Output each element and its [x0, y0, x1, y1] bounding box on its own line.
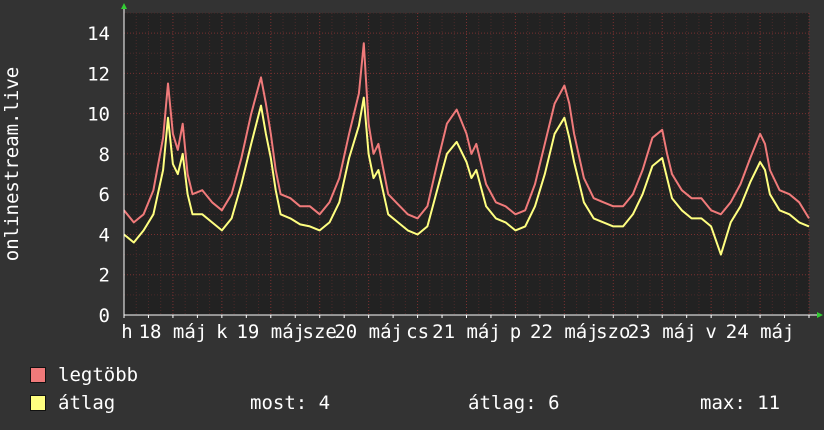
stat-now: most: 4: [250, 392, 331, 414]
x-tick-label: 20 máj: [334, 321, 403, 343]
x-tick-label: szo: [596, 321, 630, 343]
legend-item-avg: átlag: [30, 392, 115, 414]
x-tick-label: 18 máj: [139, 321, 208, 343]
x-tick-label: h: [121, 321, 132, 343]
y-axis-arrow: [121, 3, 127, 9]
y-tick-label: 0: [99, 305, 110, 327]
x-tick-label: sze: [303, 321, 337, 343]
x-tick-labels: h 18 máj k 19 májsze20 máj cs 21 máj p 22 májsz…: [121, 321, 794, 343]
y-tick-label: 14: [87, 23, 110, 45]
x-tick-label: 19 máj: [236, 321, 305, 343]
y-tick-label: 8: [99, 144, 110, 166]
y-tick-label: 6: [99, 184, 110, 206]
legend-label-max: legtöbb: [58, 364, 139, 386]
legend-swatch-max: [30, 367, 46, 383]
legend-swatch-avg: [30, 395, 46, 411]
x-tick-label: cs: [406, 321, 429, 343]
y-tick-label: 4: [99, 224, 110, 246]
x-tick-label: 23 máj: [628, 321, 697, 343]
x-axis-arrow: [817, 312, 823, 318]
x-tick-label: 21 máj: [432, 321, 501, 343]
y-tick-label: 2: [99, 265, 110, 287]
x-tick-label: v: [705, 321, 716, 343]
x-tick-label: p: [510, 321, 521, 343]
legend-item-max: legtöbb: [30, 364, 138, 386]
y-tick-label: 10: [87, 104, 110, 126]
stat-max: max: 11: [700, 392, 781, 414]
x-tick-label: 22 máj: [530, 321, 599, 343]
line-chart: 0 2 4 6 8 10 12 14 h 18 máj k 19 májsze20 máj cs 21 …: [1, 3, 823, 343]
y-tick-labels: 0 2 4 6 8 10 12 14: [87, 23, 110, 327]
x-tick-label: k: [216, 321, 228, 343]
y-tick-label: 12: [87, 63, 110, 85]
legend-label-avg: átlag: [58, 392, 116, 414]
x-tick-label: 24 máj: [726, 321, 795, 343]
y-axis-label: onlinestream.live: [1, 67, 23, 261]
stat-avg: átlag: 6: [468, 392, 560, 414]
